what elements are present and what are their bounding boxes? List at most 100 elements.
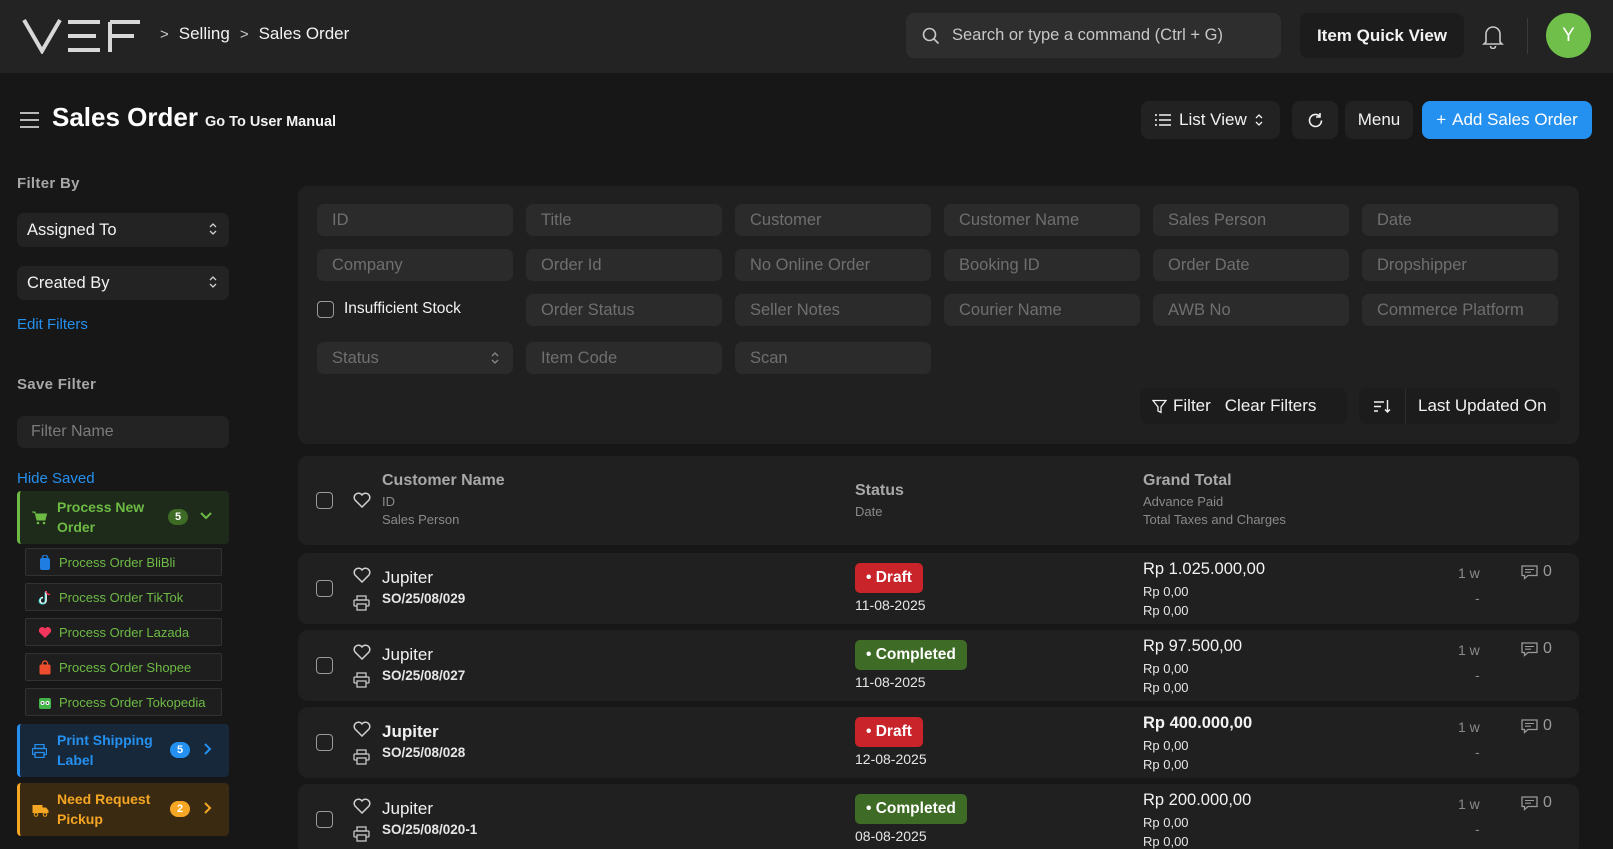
order-id[interactable]: SO/25/08/029 (382, 591, 465, 606)
menu-button[interactable]: Menu (1345, 101, 1413, 139)
filter-order-date[interactable]: Order Date (1153, 249, 1349, 281)
customer-name-link[interactable]: Jupiter (382, 722, 439, 742)
filter-seller-notes[interactable]: Seller Notes (735, 294, 931, 326)
total-taxes: Rp 0,00 (1143, 834, 1189, 849)
filter-dropshipper[interactable]: Dropshipper (1362, 249, 1558, 281)
filter-by-heading: Filter By (17, 175, 80, 192)
customer-name-link[interactable]: Jupiter (382, 645, 433, 665)
list-row[interactable]: Jupiter SO/25/08/020-1 • Completed 08-08… (298, 784, 1579, 849)
heart-icon[interactable] (353, 492, 371, 508)
printer-icon[interactable] (353, 826, 370, 842)
insufficient-stock-checkbox[interactable]: Insufficient Stock (317, 300, 461, 318)
comment-icon (1521, 641, 1538, 657)
hide-saved-link[interactable]: Hide Saved (17, 470, 95, 487)
comment-count[interactable]: 0 (1521, 640, 1552, 658)
printer-icon[interactable] (353, 749, 370, 765)
user-manual-link[interactable]: Go To User Manual (205, 114, 336, 130)
filter-company[interactable]: Company (317, 249, 513, 281)
filter-no-online-order[interactable]: No Online Order (735, 249, 931, 281)
customer-name-link[interactable]: Jupiter (382, 568, 433, 588)
filter-status-select[interactable]: Status (317, 342, 513, 374)
filter-commerce-platform[interactable]: Commerce Platform (1362, 294, 1558, 326)
sort-by-button[interactable]: Last Updated On (1406, 388, 1559, 424)
filter-sales-person[interactable]: Sales Person (1153, 204, 1349, 236)
printer-icon[interactable] (353, 595, 370, 611)
chevron-right-icon[interactable] (203, 743, 213, 755)
filter-customer[interactable]: Customer (735, 204, 931, 236)
sidebar-toggle-icon[interactable] (19, 110, 40, 130)
filter-order-status[interactable]: Order Status (526, 294, 722, 326)
breadcrumb-selling[interactable]: Selling (179, 24, 230, 44)
heart-icon[interactable] (353, 644, 371, 660)
row-checkbox[interactable] (316, 734, 333, 751)
created-by-select[interactable]: Created By (17, 266, 229, 300)
advance-paid: Rp 0,00 (1143, 584, 1189, 599)
edit-filters-link[interactable]: Edit Filters (17, 316, 88, 333)
order-id[interactable]: SO/25/08/028 (382, 745, 465, 760)
avatar[interactable]: Y (1546, 13, 1591, 58)
order-date: 11-08-2025 (855, 597, 926, 613)
list-view-selector[interactable]: List View (1141, 101, 1280, 139)
filter-item-code[interactable]: Item Code (526, 342, 722, 374)
saved-filter-need-request-pickup[interactable]: Need Request Pickup 2 (17, 783, 229, 836)
select-all-checkbox[interactable] (316, 492, 333, 509)
filter-order-id[interactable]: Order Id (526, 249, 722, 281)
item-quick-view-button[interactable]: Item Quick View (1300, 13, 1464, 58)
assigned-to: - (1475, 590, 1480, 606)
row-checkbox[interactable] (316, 580, 333, 597)
list-row[interactable]: Jupiter SO/25/08/028 • Draft 12-08-2025 … (298, 707, 1579, 778)
comment-count[interactable]: 0 (1521, 563, 1552, 581)
status-badge: • Draft (855, 717, 923, 747)
saved-filter-process-new-order[interactable]: Process New Order 5 (17, 491, 229, 544)
chevron-right-icon[interactable] (203, 802, 213, 814)
order-id[interactable]: SO/25/08/027 (382, 668, 465, 683)
filter-button[interactable]: Filter (1140, 388, 1223, 424)
filter-title[interactable]: Title (526, 204, 722, 236)
saved-filter-print-shipping-label[interactable]: Print Shipping Label 5 (17, 724, 229, 777)
checkbox[interactable] (317, 300, 334, 318)
filter-awb-no[interactable]: AWB No (1153, 294, 1349, 326)
heart-icon[interactable] (353, 567, 371, 583)
refresh-button[interactable] (1292, 101, 1338, 139)
saved-filter-tiktok[interactable]: Process Order TikTok (25, 583, 222, 611)
column-title[interactable]: Grand Total (1143, 472, 1286, 490)
comment-count[interactable]: 0 (1521, 717, 1552, 735)
heart-icon[interactable] (353, 798, 371, 814)
list-icon (1155, 114, 1171, 126)
row-checkbox[interactable] (316, 811, 333, 828)
comment-count[interactable]: 0 (1521, 794, 1552, 812)
saved-filter-shopee[interactable]: Process Order Shopee (25, 653, 222, 681)
assigned-to: - (1475, 744, 1480, 760)
filter-actions: Filter Clear Filters (1140, 388, 1347, 424)
list-row[interactable]: Jupiter SO/25/08/029 • Draft 11-08-2025 … (298, 553, 1579, 624)
column-title[interactable]: Status (855, 482, 904, 500)
filter-booking-id[interactable]: Booking ID (944, 249, 1140, 281)
breadcrumb-sales-order[interactable]: Sales Order (259, 24, 350, 44)
saved-filter-tokopedia[interactable]: Process Order Tokopedia (25, 688, 222, 716)
search-input[interactable]: Search or type a command (Ctrl + G) (906, 13, 1281, 58)
sort-direction-button[interactable] (1359, 388, 1405, 424)
filter-scan[interactable]: Scan (735, 342, 931, 374)
clear-filters-button[interactable]: Clear Filters (1223, 388, 1329, 424)
row-checkbox[interactable] (316, 657, 333, 674)
customer-name-link[interactable]: Jupiter (382, 799, 433, 819)
list-row[interactable]: Jupiter SO/25/08/027 • Completed 11-08-2… (298, 630, 1579, 701)
saved-filter-blibli[interactable]: Process Order BliBli (25, 548, 222, 576)
column-title[interactable]: Customer Name (382, 472, 505, 490)
chevron-down-icon[interactable] (200, 511, 212, 521)
printer-icon[interactable] (353, 672, 370, 688)
filter-courier-name[interactable]: Courier Name (944, 294, 1140, 326)
bell-icon[interactable] (1481, 23, 1505, 49)
filter-date[interactable]: Date (1362, 204, 1558, 236)
saved-filter-lazada[interactable]: Process Order Lazada (25, 618, 222, 646)
vef-logo[interactable] (22, 18, 142, 54)
search-icon (922, 27, 940, 44)
filter-customer-name[interactable]: Customer Name (944, 204, 1140, 236)
filter-id[interactable]: ID (317, 204, 513, 236)
add-sales-order-button[interactable]: + Add Sales Order (1422, 101, 1592, 139)
status-badge: • Completed (855, 794, 967, 824)
order-id[interactable]: SO/25/08/020-1 (382, 822, 477, 837)
assigned-to-select[interactable]: Assigned To (17, 213, 229, 247)
heart-icon[interactable] (353, 721, 371, 737)
filter-name-input[interactable]: Filter Name (17, 416, 229, 448)
